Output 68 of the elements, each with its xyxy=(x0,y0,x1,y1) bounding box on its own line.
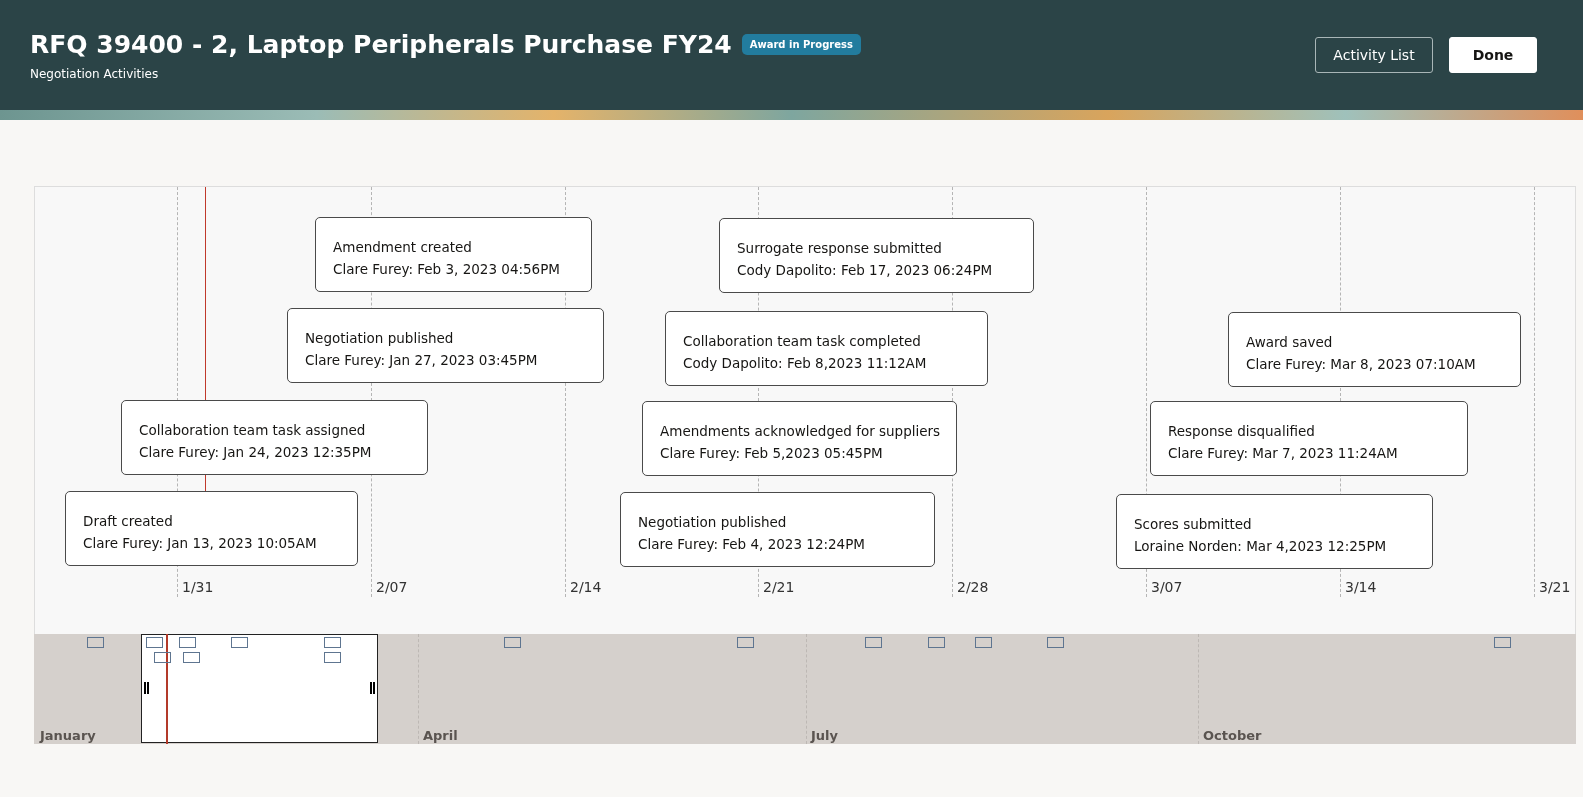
event-card[interactable]: Draft created Clare Furey: Jan 13, 2023 10:05AM xyxy=(65,491,358,566)
event-marker xyxy=(183,652,200,663)
status-badge: Award in Progress xyxy=(741,33,861,55)
event-marker xyxy=(179,637,196,648)
axis-label: 2/14 xyxy=(570,579,602,595)
page-subtitle: Negotiation Activities xyxy=(30,66,160,81)
month-label: January xyxy=(40,728,96,743)
event-title: Collaboration team task completed xyxy=(683,332,922,351)
event-detail: Clare Furey: Jan 13, 2023 10:05AM xyxy=(83,534,318,553)
event-marker xyxy=(928,637,945,648)
event-detail: Loraine Norden: Mar 4,2023 12:25PM xyxy=(1134,537,1388,556)
event-card[interactable]: Negotiation published Clare Furey: Feb 4, 2023 12:24PM xyxy=(620,492,935,567)
resize-handle[interactable] xyxy=(370,682,375,694)
event-detail: Clare Furey: Jan 24, 2023 12:35PM xyxy=(139,443,373,462)
event-card[interactable]: Surrogate response submitted Cody Dapolito: Feb 17, 2023 06:24PM xyxy=(719,218,1034,293)
axis-label: 3/21 xyxy=(1539,579,1571,595)
month-label: July xyxy=(811,728,839,743)
event-detail: Clare Furey: Mar 7, 2023 11:24AM xyxy=(1168,444,1399,463)
event-detail: Cody Dapolito: Feb 17, 2023 06:24PM xyxy=(737,261,994,280)
event-card[interactable]: Response disqualified Clare Furey: Mar 7, 2023 11:24AM xyxy=(1150,401,1468,476)
event-detail: Clare Furey: Feb 4, 2023 12:24PM xyxy=(638,535,866,554)
event-card[interactable]: Amendments acknowledged for suppliers Clare Furey: Feb 5,2023 05:45PM xyxy=(642,401,957,476)
event-title: Surrogate response submitted xyxy=(737,239,943,258)
event-marker xyxy=(324,652,341,663)
event-title: Collaboration team task assigned xyxy=(139,421,367,440)
event-card[interactable]: Amendment created Clare Furey: Feb 3, 2023 04:56PM xyxy=(315,217,592,292)
event-title: Scores submitted xyxy=(1134,515,1253,534)
axis-label: 1/31 xyxy=(182,579,214,595)
event-title: Negotiation published xyxy=(638,513,788,532)
activity-list-button[interactable]: Activity List xyxy=(1315,37,1433,73)
event-marker xyxy=(975,637,992,648)
done-button[interactable]: Done xyxy=(1449,37,1537,73)
event-detail: Clare Furey: Mar 8, 2023 07:10AM xyxy=(1246,355,1477,374)
event-marker xyxy=(154,652,171,663)
event-title: Amendments acknowledged for suppliers xyxy=(660,422,942,441)
event-marker xyxy=(504,637,521,648)
page-title: RFQ 39400 - 2, Laptop Peripherals Purchase FY24 xyxy=(30,29,732,59)
month-label: April xyxy=(423,728,458,743)
event-card[interactable]: Award saved Clare Furey: Mar 8, 2023 07:10AM xyxy=(1228,312,1521,387)
axis-label: 2/07 xyxy=(376,579,408,595)
event-marker xyxy=(737,637,754,648)
event-card[interactable]: Collaboration team task assigned Clare Furey: Jan 24, 2023 12:35PM xyxy=(121,400,428,475)
event-marker xyxy=(1494,637,1511,648)
range-window[interactable] xyxy=(141,634,378,743)
axis-label: 2/28 xyxy=(957,579,989,595)
month-label: October xyxy=(1203,728,1262,743)
event-marker xyxy=(324,637,341,648)
axis-label: 3/14 xyxy=(1345,579,1377,595)
axis-label: 2/21 xyxy=(763,579,795,595)
event-detail: Clare Furey: Feb 3, 2023 04:56PM xyxy=(333,260,561,279)
axis-label: 3/07 xyxy=(1151,579,1183,595)
event-title: Award saved xyxy=(1246,333,1334,352)
event-title: Negotiation published xyxy=(305,329,455,348)
event-title: Amendment created xyxy=(333,238,473,257)
event-card[interactable]: Negotiation published Clare Furey: Jan 27, 2023 03:45PM xyxy=(287,308,604,383)
event-marker xyxy=(146,637,163,648)
event-marker xyxy=(1047,637,1064,648)
event-marker xyxy=(87,637,104,648)
event-marker xyxy=(231,637,248,648)
resize-handle[interactable] xyxy=(144,682,149,694)
event-detail: Cody Dapolito: Feb 8,2023 11:12AM xyxy=(683,354,928,373)
event-title: Draft created xyxy=(83,512,174,531)
event-detail: Clare Furey: Feb 5,2023 05:45PM xyxy=(660,444,884,463)
event-card[interactable]: Collaboration team task completed Cody Dapolito: Feb 8,2023 11:12AM xyxy=(665,311,988,386)
event-detail: Clare Furey: Jan 27, 2023 03:45PM xyxy=(305,351,539,370)
event-marker xyxy=(865,637,882,648)
event-card[interactable]: Scores submitted Loraine Norden: Mar 4,2023 12:25PM xyxy=(1116,494,1433,569)
event-title: Response disqualified xyxy=(1168,422,1316,441)
